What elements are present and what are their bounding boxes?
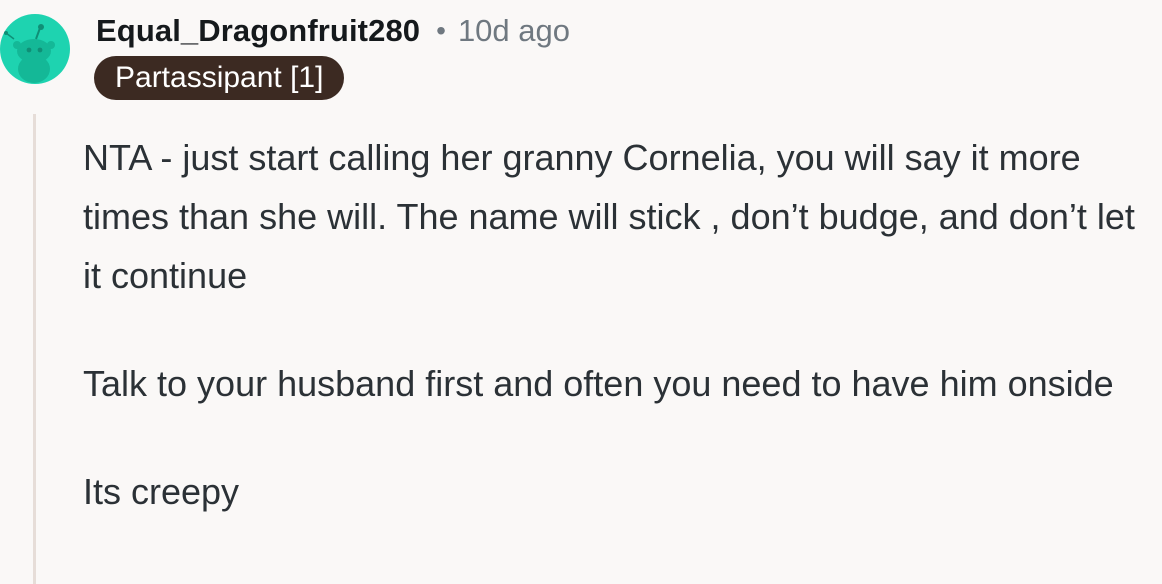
user-flair-badge: Partassipant [1] <box>94 56 345 100</box>
comment-paragraph: Its creepy <box>83 471 240 512</box>
username-link[interactable]: Equal_Dragonfruit280 <box>96 13 420 49</box>
reddit-snoo-avatar-icon <box>0 14 70 84</box>
thread-collapse-line[interactable] <box>33 114 36 584</box>
avatar[interactable] <box>0 11 70 87</box>
comment-paragraph: Talk to your husband first and often you… <box>83 363 1114 404</box>
timestamp[interactable]: 10d ago <box>458 13 570 49</box>
comment-paragraph: NTA - just start calling her granny Corn… <box>83 137 1135 296</box>
comment: Equal_Dragonfruit280 • 10d ago Partassip… <box>0 0 1162 584</box>
comment-header: Equal_Dragonfruit280 • 10d ago <box>96 8 570 54</box>
meta-separator: • <box>436 15 446 46</box>
comment-body: NTA - just start calling her granny Corn… <box>83 128 1158 570</box>
